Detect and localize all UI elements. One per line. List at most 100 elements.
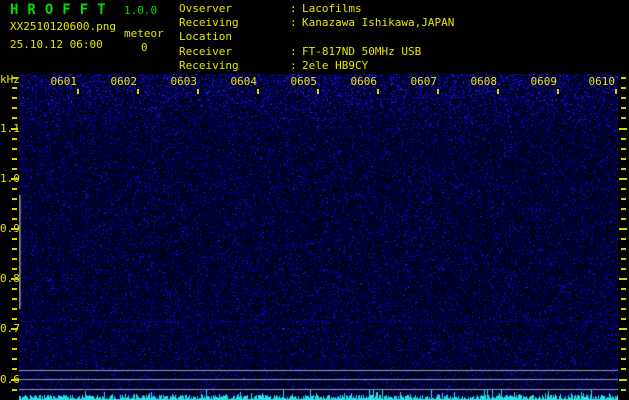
y-tick-right — [621, 97, 626, 100]
y-tick-left — [12, 288, 17, 291]
y-tick-right — [621, 147, 626, 150]
y-tick-left — [12, 87, 17, 90]
y-tick-left — [12, 157, 17, 160]
y-tick-left — [12, 107, 17, 110]
output-filename: XX2510120600.png — [10, 20, 116, 33]
y-tick-right — [619, 278, 627, 281]
spectrogram-canvas — [19, 74, 618, 400]
info-value: Lacofilms — [302, 2, 362, 15]
y-tick-right — [621, 197, 626, 200]
x-axis-label: 0610 — [588, 75, 616, 88]
y-tick-right — [621, 237, 626, 240]
x-axis-label: 0609 — [530, 75, 558, 88]
info-row-observer: Ovserver: Lacofilms — [179, 2, 454, 16]
y-tick-right — [619, 328, 627, 331]
x-tick — [557, 89, 559, 94]
x-axis-label: 0602 — [110, 75, 138, 88]
y-tick-left — [12, 348, 17, 351]
info-label: Receiving Location — [179, 16, 239, 44]
meteor-count: 0 — [141, 41, 148, 54]
y-tick-left — [11, 378, 18, 381]
y-tick-left — [12, 318, 17, 321]
y-tick-right — [621, 318, 626, 321]
x-tick — [437, 89, 439, 94]
x-axis-label: 0606 — [350, 75, 378, 88]
y-tick-right — [621, 217, 626, 220]
x-axis-label: 0604 — [230, 75, 258, 88]
y-axis-unit-label: kHz — [0, 73, 20, 86]
y-tick-right — [621, 388, 626, 391]
y-tick-left — [12, 147, 17, 150]
app-title: HROFFT — [10, 2, 115, 18]
y-tick-right — [621, 167, 626, 170]
y-tick-right — [619, 227, 627, 230]
y-tick-left — [12, 358, 17, 361]
y-tick-left — [12, 97, 17, 100]
y-tick-right — [619, 177, 627, 180]
app-version: 1.0.0 — [124, 4, 158, 17]
y-tick-left — [12, 167, 17, 170]
x-tick — [317, 89, 319, 94]
y-tick-left — [12, 77, 17, 80]
hrofft-window: HROFFT 1.0.0 XX2510120600.png meteor 25.… — [0, 0, 629, 400]
x-axis-label: 0603 — [170, 75, 198, 88]
x-axis-label: 0605 — [290, 75, 318, 88]
y-tick-right — [619, 378, 627, 381]
info-row-receiver: Receiver: FT-817ND 50MHz USB — [179, 45, 454, 59]
x-tick — [77, 89, 79, 94]
info-row-location: Receiving Location: Kanazawa Ishikawa,JAP… — [179, 16, 454, 44]
info-value: Kanazawa Ishikawa,JAPAN — [302, 16, 455, 30]
y-tick-left — [12, 308, 17, 311]
x-tick — [197, 89, 199, 94]
y-tick-left — [12, 237, 17, 240]
x-tick — [137, 89, 139, 94]
info-separator: : — [290, 16, 297, 30]
y-tick-left — [12, 207, 17, 210]
x-tick — [497, 89, 499, 94]
y-tick-right — [621, 288, 626, 291]
y-tick-left — [12, 338, 17, 341]
x-tick — [615, 89, 617, 94]
y-tick-right — [621, 298, 626, 301]
info-value: FT-817ND 50MHz USB — [302, 44, 422, 58]
y-tick-right — [621, 308, 626, 311]
y-tick-left — [12, 247, 17, 250]
y-tick-right — [619, 127, 627, 130]
y-tick-right — [621, 117, 626, 120]
y-tick-left — [11, 278, 18, 281]
y-tick-right — [621, 187, 626, 190]
y-tick-right — [621, 258, 626, 261]
y-tick-right — [621, 207, 626, 210]
y-tick-right — [621, 87, 626, 90]
y-tick-left — [12, 298, 17, 301]
y-tick-left — [12, 197, 17, 200]
y-tick-left — [11, 227, 18, 230]
info-label: Ovserver — [179, 2, 232, 15]
info-separator: : — [290, 44, 297, 58]
y-tick-left — [12, 258, 17, 261]
x-axis-label: 0601 — [50, 75, 78, 88]
y-tick-right — [621, 348, 626, 351]
y-tick-right — [621, 77, 626, 80]
y-tick-left — [12, 368, 17, 371]
y-tick-right — [621, 247, 626, 250]
y-tick-left — [11, 328, 18, 331]
y-tick-left — [12, 268, 17, 271]
y-tick-left — [12, 117, 17, 120]
x-axis-label: 0608 — [470, 75, 498, 88]
info-label: Receiver — [179, 44, 232, 58]
observation-datetime: 25.10.12 06:00 — [10, 38, 103, 51]
y-tick-left — [12, 388, 17, 391]
y-tick-right — [621, 157, 626, 160]
y-tick-right — [621, 268, 626, 271]
y-tick-right — [621, 137, 626, 140]
x-axis-label: 0607 — [410, 75, 438, 88]
x-tick — [257, 89, 259, 94]
y-tick-right — [621, 368, 626, 371]
y-tick-left — [12, 137, 17, 140]
y-tick-right — [621, 107, 626, 110]
info-separator: : — [290, 2, 297, 15]
x-tick — [377, 89, 379, 94]
y-tick-left — [11, 127, 18, 130]
y-tick-left — [12, 187, 17, 190]
